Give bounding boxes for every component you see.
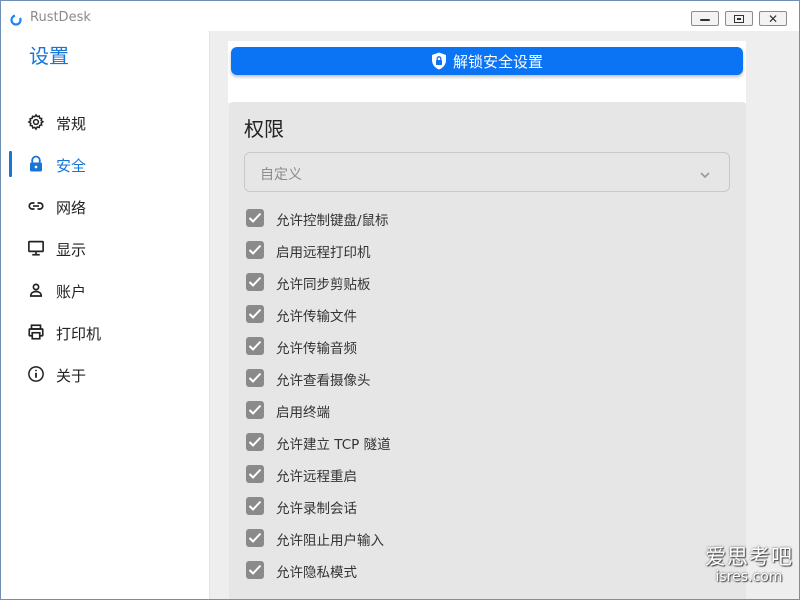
permission-terminal[interactable]: 启用终端 — [244, 398, 724, 422]
sidebar-item-label: 安全 — [56, 157, 87, 175]
minimize-button[interactable] — [691, 11, 719, 26]
unlock-security-button[interactable]: 解锁安全设置 — [231, 47, 743, 75]
select-value: 自定义 — [260, 167, 302, 183]
checkbox-checked[interactable] — [246, 337, 264, 355]
permission-tcp-tunnel[interactable]: 允许建立 TCP 隧道 — [244, 430, 724, 454]
link-icon — [27, 197, 45, 215]
permission-block-input[interactable]: 允许阻止用户输入 — [244, 526, 724, 550]
watermark: 爱思考吧 isres.com — [705, 541, 793, 585]
title-bar[interactable]: RustDesk ✕ — [1, 1, 799, 31]
sidebar-item-label: 关于 — [56, 367, 87, 385]
user-icon — [27, 281, 45, 299]
checkbox-checked[interactable] — [246, 273, 264, 291]
checkbox-checked[interactable] — [246, 561, 264, 579]
close-button[interactable]: ✕ — [759, 11, 787, 26]
watermark-text: 爱思考吧 — [705, 545, 793, 569]
close-icon: ✕ — [767, 11, 779, 26]
permission-label: 允许阻止用户输入 — [276, 533, 384, 549]
permission-file-transfer[interactable]: 允许传输文件 — [244, 302, 724, 326]
watermark-url: isres.com — [715, 569, 783, 585]
permissions-title: 权限 — [244, 117, 284, 141]
sidebar-item-label: 常规 — [56, 115, 87, 133]
permission-label: 允许远程重启 — [276, 469, 357, 485]
checkbox-checked[interactable] — [246, 305, 264, 323]
monitor-icon — [27, 239, 45, 257]
sidebar-item-display[interactable]: 显示 — [1, 231, 209, 265]
checkbox-checked[interactable] — [246, 433, 264, 451]
sidebar-item-label: 网络 — [56, 199, 87, 217]
minimize-icon — [700, 19, 710, 21]
sidebar-item-printer[interactable]: 打印机 — [1, 315, 209, 349]
checkbox-checked[interactable] — [246, 401, 264, 419]
permission-keyboard-mouse[interactable]: 允许控制键盘/鼠标 — [244, 206, 724, 230]
unlock-card: 解锁安全设置 — [228, 41, 746, 103]
lock-icon — [27, 155, 45, 173]
permission-label: 允许建立 TCP 隧道 — [276, 437, 391, 453]
sidebar-item-label: 显示 — [56, 241, 87, 259]
permission-label: 允许录制会话 — [276, 501, 357, 517]
app-window: RustDesk ✕ 设置 常规 安全 网络 显示 账户 打印机 关于 解锁安全… — [0, 0, 800, 600]
checkbox-checked[interactable] — [246, 369, 264, 387]
permissions-panel: 权限 自定义 允许控制键盘/鼠标 启用远程打印机 允许同步剪贴板 允许传输文件 … — [229, 102, 746, 599]
permission-record-session[interactable]: 允许录制会话 — [244, 494, 724, 518]
sidebar-title: 设置 — [29, 44, 69, 68]
checkbox-checked[interactable] — [246, 465, 264, 483]
permission-label: 允许传输文件 — [276, 309, 357, 325]
permission-label: 启用远程打印机 — [276, 245, 371, 261]
permission-clipboard[interactable]: 允许同步剪贴板 — [244, 270, 724, 294]
checkbox-checked[interactable] — [246, 529, 264, 547]
sidebar-item-label: 账户 — [56, 283, 87, 301]
permission-remote-restart[interactable]: 允许远程重启 — [244, 462, 724, 486]
checkbox-checked[interactable] — [246, 241, 264, 259]
permission-mode-select[interactable]: 自定义 — [244, 152, 730, 192]
permission-camera[interactable]: 允许查看摄像头 — [244, 366, 724, 390]
unlock-button-label: 解锁安全设置 — [452, 52, 543, 71]
permission-audio[interactable]: 允许传输音频 — [244, 334, 724, 358]
active-indicator — [9, 151, 12, 177]
rustdesk-logo-icon — [10, 11, 22, 26]
permission-label: 允许控制键盘/鼠标 — [276, 213, 389, 229]
sidebar-item-network[interactable]: 网络 — [1, 189, 209, 223]
sidebar-item-account[interactable]: 账户 — [1, 273, 209, 307]
settings-sidebar: 设置 常规 安全 网络 显示 账户 打印机 关于 — [1, 31, 210, 599]
permission-label: 允许查看摄像头 — [276, 373, 371, 389]
permission-label: 允许传输音频 — [276, 341, 357, 357]
permission-label: 启用终端 — [276, 405, 330, 421]
chevron-down-icon — [699, 166, 711, 179]
sidebar-item-label: 打印机 — [56, 325, 102, 343]
sidebar-item-general[interactable]: 常规 — [1, 105, 209, 139]
maximize-button[interactable] — [725, 11, 753, 26]
checkbox-checked[interactable] — [246, 497, 264, 515]
settings-content: 解锁安全设置 权限 自定义 允许控制键盘/鼠标 启用远程打印机 允许同步剪贴板 … — [210, 31, 799, 599]
permission-remote-printer[interactable]: 启用远程打印机 — [244, 238, 724, 262]
sidebar-item-security[interactable]: 安全 — [1, 147, 209, 181]
info-icon — [27, 365, 45, 383]
permission-label: 允许隐私模式 — [276, 565, 357, 581]
printer-icon — [27, 323, 45, 341]
permission-privacy-mode[interactable]: 允许隐私模式 — [244, 558, 724, 582]
gear-icon — [27, 113, 45, 131]
window-title: RustDesk — [30, 10, 91, 25]
permission-label: 允许同步剪贴板 — [276, 277, 371, 293]
shield-icon — [431, 52, 447, 70]
maximize-icon — [734, 14, 744, 23]
sidebar-item-about[interactable]: 关于 — [1, 357, 209, 391]
checkbox-checked[interactable] — [246, 209, 264, 227]
